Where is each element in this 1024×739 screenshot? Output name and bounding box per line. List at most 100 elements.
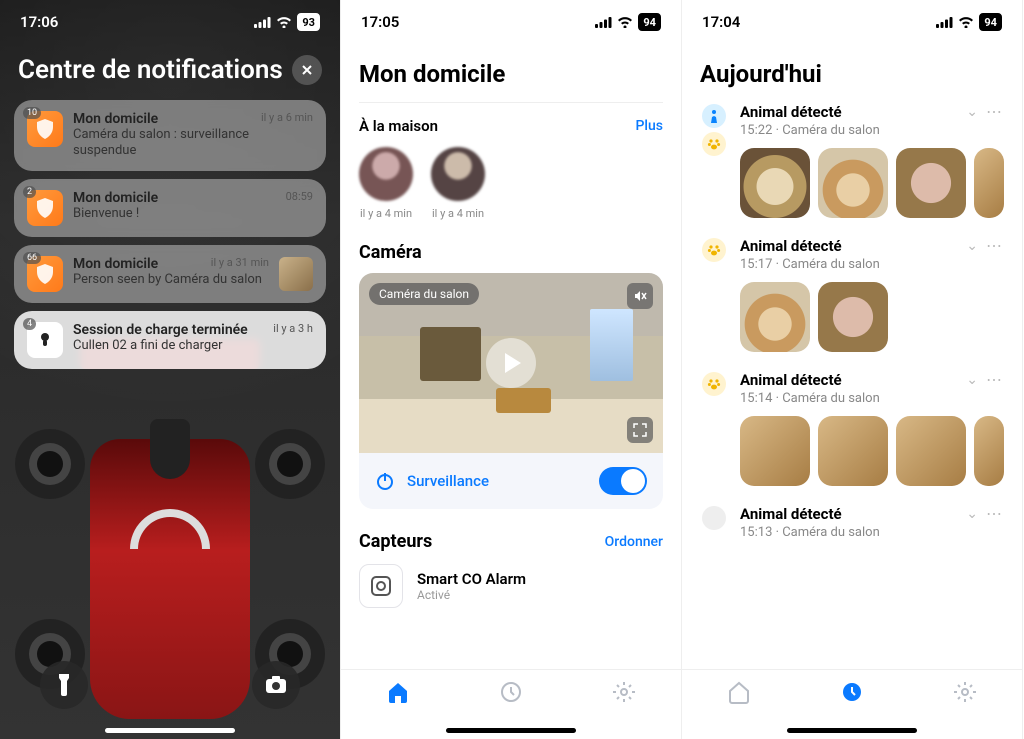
notification-title: Mon domicile <box>73 256 158 272</box>
person-time: il y a 4 min <box>432 207 484 220</box>
co-alarm-icon <box>359 564 403 608</box>
tab-history[interactable] <box>499 680 523 708</box>
power-icon <box>375 471 395 491</box>
section-camera: Caméra <box>359 242 663 263</box>
close-button[interactable] <box>292 55 322 85</box>
paw-icon <box>702 372 726 396</box>
page-title: Aujourd'hui <box>700 60 1004 88</box>
paw-icon <box>702 132 726 156</box>
event-thumbnail[interactable] <box>740 416 810 486</box>
home-icon <box>727 680 751 704</box>
battery-icon: 93 <box>297 13 320 31</box>
person-avatar[interactable]: il y a 4 min <box>359 147 413 220</box>
play-button[interactable] <box>486 338 536 388</box>
notification-list: 10 Mon domicile il y a 6 min Caméra du s… <box>14 100 326 369</box>
event-thumbnail[interactable] <box>818 148 888 218</box>
speaker-off-icon <box>633 289 647 303</box>
history-icon <box>840 680 864 704</box>
notification-item[interactable]: 2 Mon domicile 08:59 Bienvenue ! <box>14 179 326 237</box>
event-thumbnail[interactable] <box>740 282 810 352</box>
event-thumbnail[interactable] <box>896 148 966 218</box>
tab-settings[interactable] <box>953 680 977 708</box>
surveillance-toggle[interactable] <box>599 467 647 495</box>
status-time: 17:04 <box>702 13 740 31</box>
notification-thumbnail <box>279 257 313 291</box>
camera-icon <box>265 676 287 694</box>
tab-home[interactable] <box>727 680 751 708</box>
notification-title: Mon domicile <box>73 111 158 127</box>
lockscreen-buttons <box>0 661 340 709</box>
paw-icon <box>702 506 726 530</box>
plug-icon <box>36 331 54 349</box>
event-thumbnail[interactable] <box>818 416 888 486</box>
event-item[interactable]: Animal détecté ⌄ ⋯ 15:22 · Caméra du sal… <box>700 102 1004 218</box>
notification-item[interactable]: 10 Mon domicile il y a 6 min Caméra du s… <box>14 100 326 171</box>
chevron-down-icon[interactable]: ⌄ <box>966 506 978 522</box>
event-item[interactable]: Animal détecté ⌄ ⋯ 15:13 · Caméra du sal… <box>700 504 1004 540</box>
battery-icon: 94 <box>638 13 661 31</box>
status-time: 17:06 <box>20 13 58 31</box>
event-thumbnail[interactable] <box>740 148 810 218</box>
more-icon[interactable]: ⋯ <box>986 102 1004 121</box>
shield-icon <box>36 198 54 218</box>
event-title: Animal détecté <box>740 237 842 255</box>
app-icon: 10 <box>27 111 63 147</box>
tab-history[interactable] <box>840 680 864 708</box>
phone-lockscreen: 17:06 93 Centre de notifications 10 Mon … <box>0 0 341 739</box>
chevron-down-icon[interactable]: ⌄ <box>966 104 978 120</box>
camera-preview[interactable]: Caméra du salon <box>359 273 663 453</box>
event-list: Animal détecté ⌄ ⋯ 15:22 · Caméra du sal… <box>700 102 1004 540</box>
event-thumbnail[interactable] <box>896 416 966 486</box>
expand-icon <box>633 423 647 437</box>
event-title: Animal détecté <box>740 371 842 389</box>
fullscreen-button[interactable] <box>627 417 653 443</box>
sensor-name: Smart CO Alarm <box>417 570 526 588</box>
wifi-icon <box>276 16 292 28</box>
notification-title: Session de charge terminée <box>73 322 248 338</box>
home-indicator[interactable] <box>446 728 576 733</box>
event-thumbnail[interactable] <box>974 148 1004 218</box>
paw-icon <box>702 238 726 262</box>
status-bar: 17:05 94 <box>341 0 681 44</box>
event-thumbnail[interactable] <box>818 282 888 352</box>
close-icon <box>301 64 313 76</box>
flashlight-icon <box>55 674 73 696</box>
sensor-item[interactable]: Smart CO Alarm Activé <box>359 564 663 608</box>
notification-item[interactable]: 66 Mon domicile il y a 31 min Person see… <box>14 245 326 303</box>
camera-button[interactable] <box>252 661 300 709</box>
event-item[interactable]: Animal détecté ⌄ ⋯ 15:17 · Caméra du sal… <box>700 236 1004 352</box>
event-subtitle: 15:13 · Caméra du salon <box>740 525 1004 540</box>
tab-settings[interactable] <box>612 680 636 708</box>
event-title: Animal détecté <box>740 103 842 121</box>
notification-item[interactable]: 4 Session de charge terminée il y a 3 h … <box>14 311 326 369</box>
app-icon: 4 <box>27 322 63 358</box>
notification-count-badge: 10 <box>23 107 41 119</box>
home-indicator[interactable] <box>787 728 917 733</box>
thumbnail-row <box>740 282 1004 352</box>
event-subtitle: 15:14 · Caméra du salon <box>740 391 1004 406</box>
chevron-down-icon[interactable]: ⌄ <box>966 238 978 254</box>
tab-home[interactable] <box>386 680 410 708</box>
home-indicator[interactable] <box>105 728 235 733</box>
status-bar: 17:06 93 <box>0 0 340 44</box>
surveillance-label: Surveillance <box>407 472 587 490</box>
thumbnail-row <box>740 148 1004 218</box>
event-title: Animal détecté <box>740 505 842 523</box>
more-icon[interactable]: ⋯ <box>986 236 1004 255</box>
mute-button[interactable] <box>627 283 653 309</box>
event-item[interactable]: Animal détecté ⌄ ⋯ 15:14 · Caméra du sal… <box>700 370 1004 486</box>
more-icon[interactable]: ⋯ <box>986 370 1004 389</box>
notification-time: 08:59 <box>286 190 313 203</box>
event-thumbnail[interactable] <box>974 416 1004 486</box>
chevron-down-icon[interactable]: ⌄ <box>966 372 978 388</box>
more-link[interactable]: Plus <box>636 118 664 134</box>
notification-time: il y a 6 min <box>261 111 313 124</box>
notification-time: il y a 31 min <box>211 256 269 269</box>
app-icon: 66 <box>27 256 63 292</box>
order-link[interactable]: Ordonner <box>605 534 663 550</box>
flashlight-button[interactable] <box>40 661 88 709</box>
more-icon[interactable]: ⋯ <box>986 504 1004 523</box>
person-avatar[interactable]: il y a 4 min <box>431 147 485 220</box>
shield-icon <box>36 264 54 284</box>
phone-home-app: 17:05 94 Mon domicile À la maison Plus i… <box>341 0 682 739</box>
